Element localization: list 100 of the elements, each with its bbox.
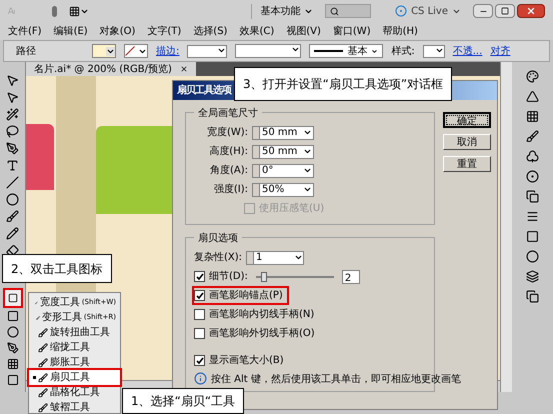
stroke-weight-field[interactable]: [187, 44, 228, 58]
pointer-icon[interactable]: [6, 74, 19, 87]
flyout-item[interactable]: 晶格化工具: [29, 385, 120, 400]
detail-checkbox[interactable]: [194, 271, 205, 282]
checkbox[interactable]: [194, 328, 205, 339]
square-icon[interactable]: [526, 230, 539, 243]
menu-icon[interactable]: [526, 210, 539, 223]
wand-icon[interactable]: [6, 108, 19, 121]
pointer-icon[interactable]: [6, 91, 19, 104]
maximize-button[interactable]: [495, 4, 515, 18]
copy-icon[interactable]: [526, 190, 539, 203]
brush-icon[interactable]: [526, 130, 539, 143]
menu-item[interactable]: 帮助(H): [382, 24, 418, 38]
checkbox-label: 画笔影响内切线手柄(N): [209, 308, 314, 322]
object-type-label: 路径: [16, 44, 37, 58]
field-label: 高度(H):: [208, 144, 248, 159]
menu-item[interactable]: 文字(T): [147, 24, 182, 38]
number-field[interactable]: 50 mm: [252, 144, 314, 158]
menu-item[interactable]: 窗口(W): [332, 24, 371, 38]
stroke-profile-dropdown[interactable]: 基本: [309, 44, 384, 58]
field-label: 复杂性(X):: [194, 250, 242, 265]
dialog-title: 扇贝工具选项: [177, 83, 231, 98]
scallop-tool-button[interactable]: [4, 290, 20, 306]
cs-live-button[interactable]: CS Live: [395, 4, 461, 18]
menu-item[interactable]: 编辑(E): [54, 24, 88, 38]
workspace-switcher[interactable]: 基本功能: [251, 4, 314, 18]
card-shape: [26, 124, 54, 190]
document-tab[interactable]: 名片.ai* @ 200% (RGB/预览): [26, 62, 196, 76]
flyout-item[interactable]: 旋转扭曲工具: [29, 325, 120, 340]
field-label: 强度(I):: [212, 182, 248, 197]
menu-item[interactable]: 效果(C): [239, 24, 274, 38]
style-label: 样式:: [391, 44, 415, 58]
detail-slider[interactable]: [256, 272, 334, 282]
target-icon[interactable]: [526, 170, 539, 183]
checkbox[interactable]: [194, 355, 205, 366]
variable-width-dropdown[interactable]: [235, 44, 302, 58]
checkbox-label: 画笔影响外切线手柄(O): [209, 326, 315, 341]
triangle-icon[interactable]: [526, 90, 539, 103]
caret-icon: [303, 147, 312, 156]
stroke-swatch[interactable]: [124, 44, 148, 58]
stroke-link[interactable]: 描边:: [156, 44, 180, 58]
palette-icon[interactable]: [526, 70, 539, 83]
vertical-scrollbar[interactable]: [500, 62, 512, 392]
checkbox[interactable]: [194, 290, 205, 301]
club-icon[interactable]: [526, 150, 539, 163]
menu-item[interactable]: 选择(S): [193, 24, 228, 38]
style-dropdown[interactable]: [422, 44, 445, 58]
checkbox-label: 使用压感笔(U): [259, 202, 324, 216]
opacity-link[interactable]: 不透...: [452, 44, 482, 58]
slider-thumb[interactable]: [260, 272, 267, 282]
caret-icon: [291, 45, 300, 54]
dialog-button[interactable]: 取消: [443, 134, 491, 150]
caret-icon: [303, 185, 312, 194]
menu-item[interactable]: 文件(F): [8, 24, 42, 38]
copy-icon[interactable]: [526, 290, 539, 303]
line-icon[interactable]: [6, 176, 19, 189]
eraser-icon[interactable]: [6, 244, 19, 257]
menu-item[interactable]: 视图(V): [286, 24, 321, 38]
grid-icon[interactable]: [526, 110, 539, 123]
flyout-item[interactable]: 扇贝工具: [29, 370, 120, 385]
detail-value-field[interactable]: 2: [342, 270, 360, 284]
layers-icon[interactable]: [526, 270, 539, 283]
callout-label: 2、双击工具图标: [2, 254, 112, 283]
type-icon[interactable]: [6, 159, 19, 172]
flyout-item[interactable]: 膨胀工具: [29, 355, 120, 370]
arrange-button[interactable]: [69, 6, 90, 16]
ellipse-icon[interactable]: [6, 193, 19, 206]
callout-label: 3、打开并设置“扇贝工具选项”对话框: [234, 67, 452, 101]
pencil-icon[interactable]: [6, 227, 19, 240]
close-button[interactable]: [517, 4, 545, 18]
maximize-icon: [501, 7, 509, 15]
bridge-button[interactable]: [52, 6, 58, 16]
number-field[interactable]: 50 mm: [252, 126, 314, 140]
dialog-button[interactable]: 重置: [443, 156, 491, 172]
pen-icon[interactable]: [6, 142, 19, 155]
close-icon[interactable]: [180, 65, 188, 73]
caret-icon: [303, 166, 312, 175]
brush-icon[interactable]: [6, 210, 19, 223]
minimize-button[interactable]: [473, 4, 493, 18]
field-label: 宽度(W):: [206, 126, 248, 140]
caret-icon: [294, 253, 304, 262]
checkbox-label: 显示画笔大小(B): [209, 354, 284, 368]
number-field[interactable]: 0°: [252, 164, 314, 178]
circle-icon[interactable]: [526, 250, 539, 263]
search-field[interactable]: [325, 4, 372, 18]
hint-text: 按住 Alt 键，然后使用该工具单击，即可相应地更改画笔: [211, 372, 461, 387]
field-label: 角度(A):: [208, 164, 248, 178]
number-field[interactable]: 1: [246, 250, 304, 264]
caret-icon: [303, 128, 312, 137]
search-icon: [330, 6, 340, 16]
no-stroke-icon: [125, 46, 135, 56]
checkbox[interactable]: [194, 309, 205, 320]
close-icon: [526, 6, 536, 16]
flyout-item[interactable]: 缩拢工具: [29, 340, 120, 355]
fill-swatch[interactable]: [92, 44, 116, 58]
number-field[interactable]: 50%: [252, 182, 314, 196]
align-link[interactable]: 对齐: [490, 44, 510, 58]
flyout-item[interactable]: 皱褶工具: [29, 400, 120, 414]
lasso-icon[interactable]: [6, 125, 19, 138]
menu-item[interactable]: 对象(O): [100, 24, 136, 38]
